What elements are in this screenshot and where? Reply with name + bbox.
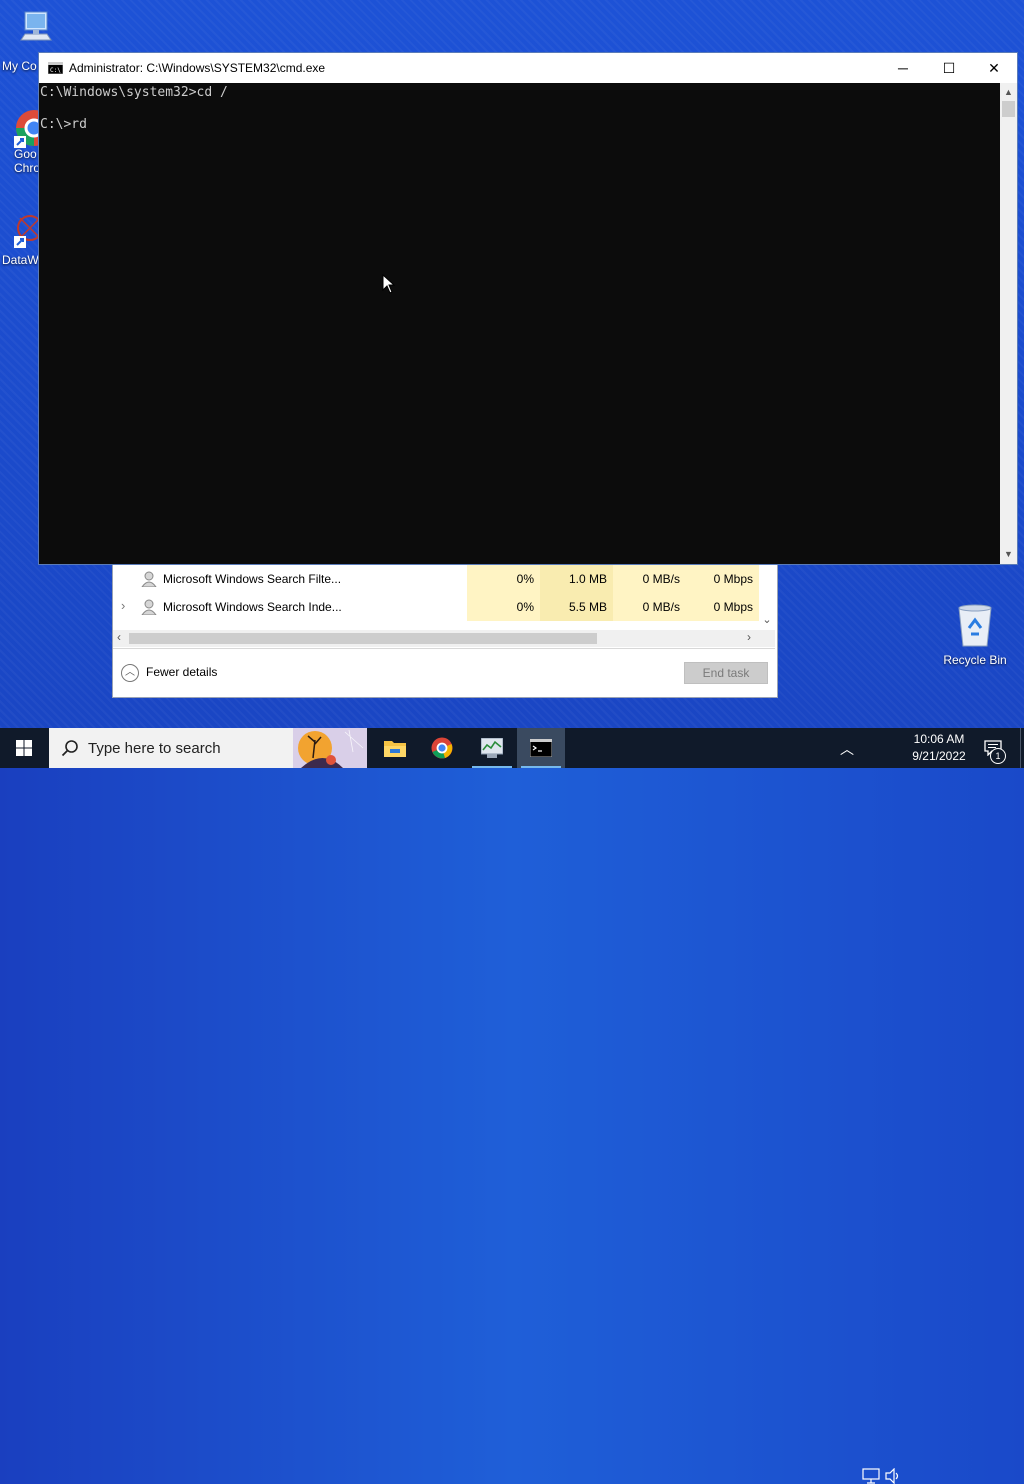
desktop-icon-google-chrome[interactable]: Goo Chro	[0, 108, 52, 175]
chrome-shortcut-icon	[14, 110, 52, 148]
start-button[interactable]	[0, 728, 48, 768]
file-explorer-icon	[384, 741, 406, 757]
end-task-button[interactable]: End task	[684, 662, 768, 684]
scroll-left-arrow-icon[interactable]: ‹	[117, 630, 121, 644]
process-icon	[141, 599, 157, 615]
desktop-icon-label: DataW	[2, 253, 39, 267]
chrome-icon	[431, 737, 453, 759]
desktop-icon-recycle-bin[interactable]: Recycle Bin	[940, 602, 1010, 667]
cmd-app-icon: C:\	[48, 62, 63, 74]
network-cell: 0 Mbps	[686, 565, 759, 593]
close-button[interactable]: ✕	[971, 53, 1017, 83]
horizontal-scrollbar[interactable]: ‹ ›	[113, 630, 775, 647]
console-line: C:\Windows\system32>cd /	[40, 85, 228, 100]
cmd-title-bar[interactable]: C:\ Administrator: C:\Windows\SYSTEM32\c…	[39, 53, 1017, 83]
taskbar-chrome[interactable]	[419, 728, 467, 768]
taskbar-search-box[interactable]: Type here to search	[49, 728, 367, 768]
show-hidden-icons-button[interactable]: ︿	[838, 728, 854, 768]
process-row[interactable]: Microsoft Windows Search Filte... 0% 1.0…	[113, 565, 775, 593]
console-line: C:\>rd	[40, 117, 87, 132]
taskbar: Type here to search ︿ 10:06 AM 9/21/2022…	[0, 728, 1024, 1484]
cpu-cell: 0%	[467, 565, 540, 593]
chevron-up-icon: ︿	[840, 741, 854, 757]
clock-date: 9/21/2022	[912, 749, 966, 763]
scrollbar-thumb[interactable]	[1002, 101, 1015, 117]
datawrapper-shortcut-icon	[14, 215, 43, 248]
task-manager-footer: ︿ Fewer details End task	[113, 648, 775, 697]
mouse-pointer-icon	[382, 274, 396, 294]
network-icon[interactable]	[862, 1468, 880, 1484]
scroll-down-arrow-icon[interactable]: ⌄	[759, 613, 775, 629]
minimize-button[interactable]: ─	[880, 53, 926, 83]
clock[interactable]: 10:06 AM 9/21/2022	[906, 728, 972, 768]
desktop-icon-label: Goo Chro	[14, 147, 41, 175]
desktop-icon-datawrapper[interactable]: DataW	[0, 208, 43, 267]
process-name: Microsoft Windows Search Inde...	[163, 600, 342, 614]
notification-badge: 1	[990, 748, 1006, 764]
cmd-console[interactable]: C:\Windows\system32>cd / C:\>rd	[39, 83, 999, 563]
scroll-down-arrow-icon[interactable]: ▼	[1004, 549, 1013, 559]
memory-cell: 5.5 MB	[540, 593, 613, 621]
disk-cell: 0 MB/s	[613, 565, 686, 593]
process-row[interactable]: › Microsoft Windows Search Inde... 0% 5.…	[113, 593, 775, 621]
computer-icon	[20, 11, 52, 41]
process-icon	[141, 571, 157, 587]
scroll-right-arrow-icon[interactable]: ›	[747, 630, 751, 644]
task-manager-icon	[481, 738, 503, 758]
cmd-window-title: Administrator: C:\Windows\SYSTEM32\cmd.e…	[69, 61, 326, 75]
recycle-bin-icon	[958, 604, 992, 647]
maximize-button[interactable]: ☐	[926, 53, 972, 83]
desktop-icon-label: Recycle Bin	[943, 653, 1007, 667]
process-name: Microsoft Windows Search Filte...	[163, 572, 342, 586]
clock-time: 10:06 AM	[913, 732, 965, 746]
cpu-cell: 0%	[467, 593, 540, 621]
fewer-details-link[interactable]: Fewer details	[146, 665, 217, 679]
windows-logo-icon	[16, 740, 32, 756]
cmd-icon	[530, 739, 552, 757]
search-placeholder: Type here to search	[88, 740, 221, 757]
expand-chevron-icon[interactable]: ›	[121, 598, 125, 613]
action-center-button[interactable]: 1	[978, 728, 1018, 768]
show-desktop-button[interactable]	[1020, 728, 1024, 768]
search-icon	[61, 740, 78, 757]
task-manager-window: Microsoft Windows Search Filte... 0% 1.0…	[112, 562, 778, 698]
taskbar-task-manager[interactable]	[468, 728, 516, 768]
taskbar-file-explorer[interactable]	[371, 728, 419, 768]
search-highlight-halloween-icon	[293, 728, 367, 768]
network-cell: 0 Mbps	[686, 593, 759, 621]
cmd-window[interactable]: C:\ Administrator: C:\Windows\SYSTEM32\c…	[38, 52, 1018, 565]
vertical-scrollbar[interactable]: ▲ ▼	[1000, 83, 1017, 564]
taskbar-command-prompt[interactable]	[517, 728, 565, 768]
scroll-up-arrow-icon[interactable]: ▲	[1004, 87, 1013, 97]
memory-cell: 1.0 MB	[540, 565, 613, 593]
scrollbar-thumb[interactable]	[129, 633, 597, 644]
svg-text:C:\: C:\	[50, 67, 61, 74]
chevron-up-icon[interactable]: ︿	[121, 664, 139, 682]
volume-icon[interactable]	[884, 1468, 902, 1484]
disk-cell: 0 MB/s	[613, 593, 686, 621]
